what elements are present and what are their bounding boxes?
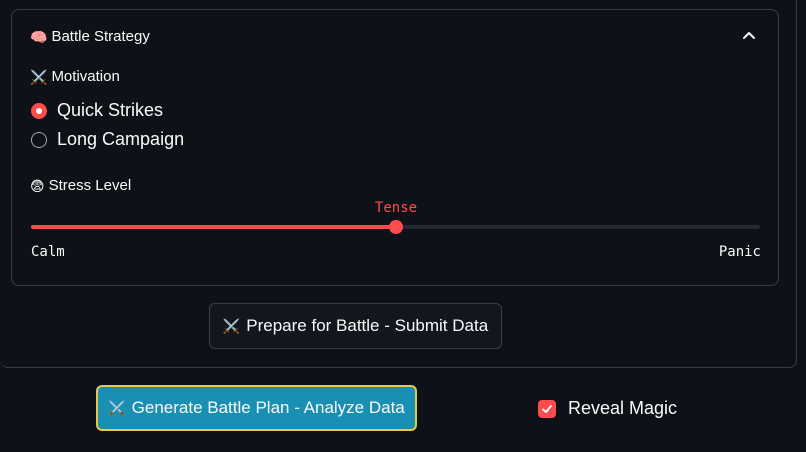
crossed-swords-icon: ⚔️ [108,400,126,416]
slider-value-label: Tense [374,200,418,216]
crossed-swords-icon: ⚔️ [30,68,48,85]
brain-icon: 🧠 [30,28,48,45]
battle-strategy-expander: 🧠 Battle Strategy ⚔️ Motivation Quick St… [11,9,779,286]
radio-label: Long Campaign [57,129,185,149]
expander-title: 🧠 Battle Strategy [30,28,150,45]
generate-battle-plan-button[interactable]: ⚔️ Generate Battle Plan - Analyze Data [96,385,417,431]
generate-button-label: Generate Battle Plan - Analyze Data [131,398,405,417]
radio-long-campaign[interactable]: Long Campaign [31,129,184,150]
stress-level-label-text: Stress Level [48,177,132,194]
slider-min-label: Calm [31,244,65,260]
stress-level-label: 😨 Stress Level [30,177,131,194]
radio-indicator-selected[interactable] [31,102,47,119]
stress-level-slider[interactable] [31,220,760,234]
reveal-magic-checkbox[interactable]: Reveal Magic [538,398,677,419]
slider-max-label: Panic [718,244,761,260]
expander-header[interactable]: 🧠 Battle Strategy [12,10,778,62]
fearful-face-icon: 😨 [30,177,45,194]
chevron-up-icon[interactable] [742,28,756,42]
submit-button-label: Prepare for Battle - Submit Data [246,316,489,335]
slider-fill [31,225,396,229]
radio-indicator[interactable] [31,131,47,148]
checkbox-box[interactable] [538,399,556,418]
slider-thumb[interactable] [389,220,403,234]
checkmark-icon [542,404,552,413]
motivation-label-text: Motivation [51,68,120,85]
motivation-label: ⚔️ Motivation [30,68,120,85]
crossed-swords-icon: ⚔️ [222,318,241,334]
expander-title-text: Battle Strategy [51,28,150,45]
submit-battle-button[interactable]: ⚔️ Prepare for Battle - Submit Data [209,303,502,349]
radio-label: Quick Strikes [57,100,164,120]
checkbox-label: Reveal Magic [568,398,678,418]
radio-quick-strikes[interactable]: Quick Strikes [31,100,163,121]
